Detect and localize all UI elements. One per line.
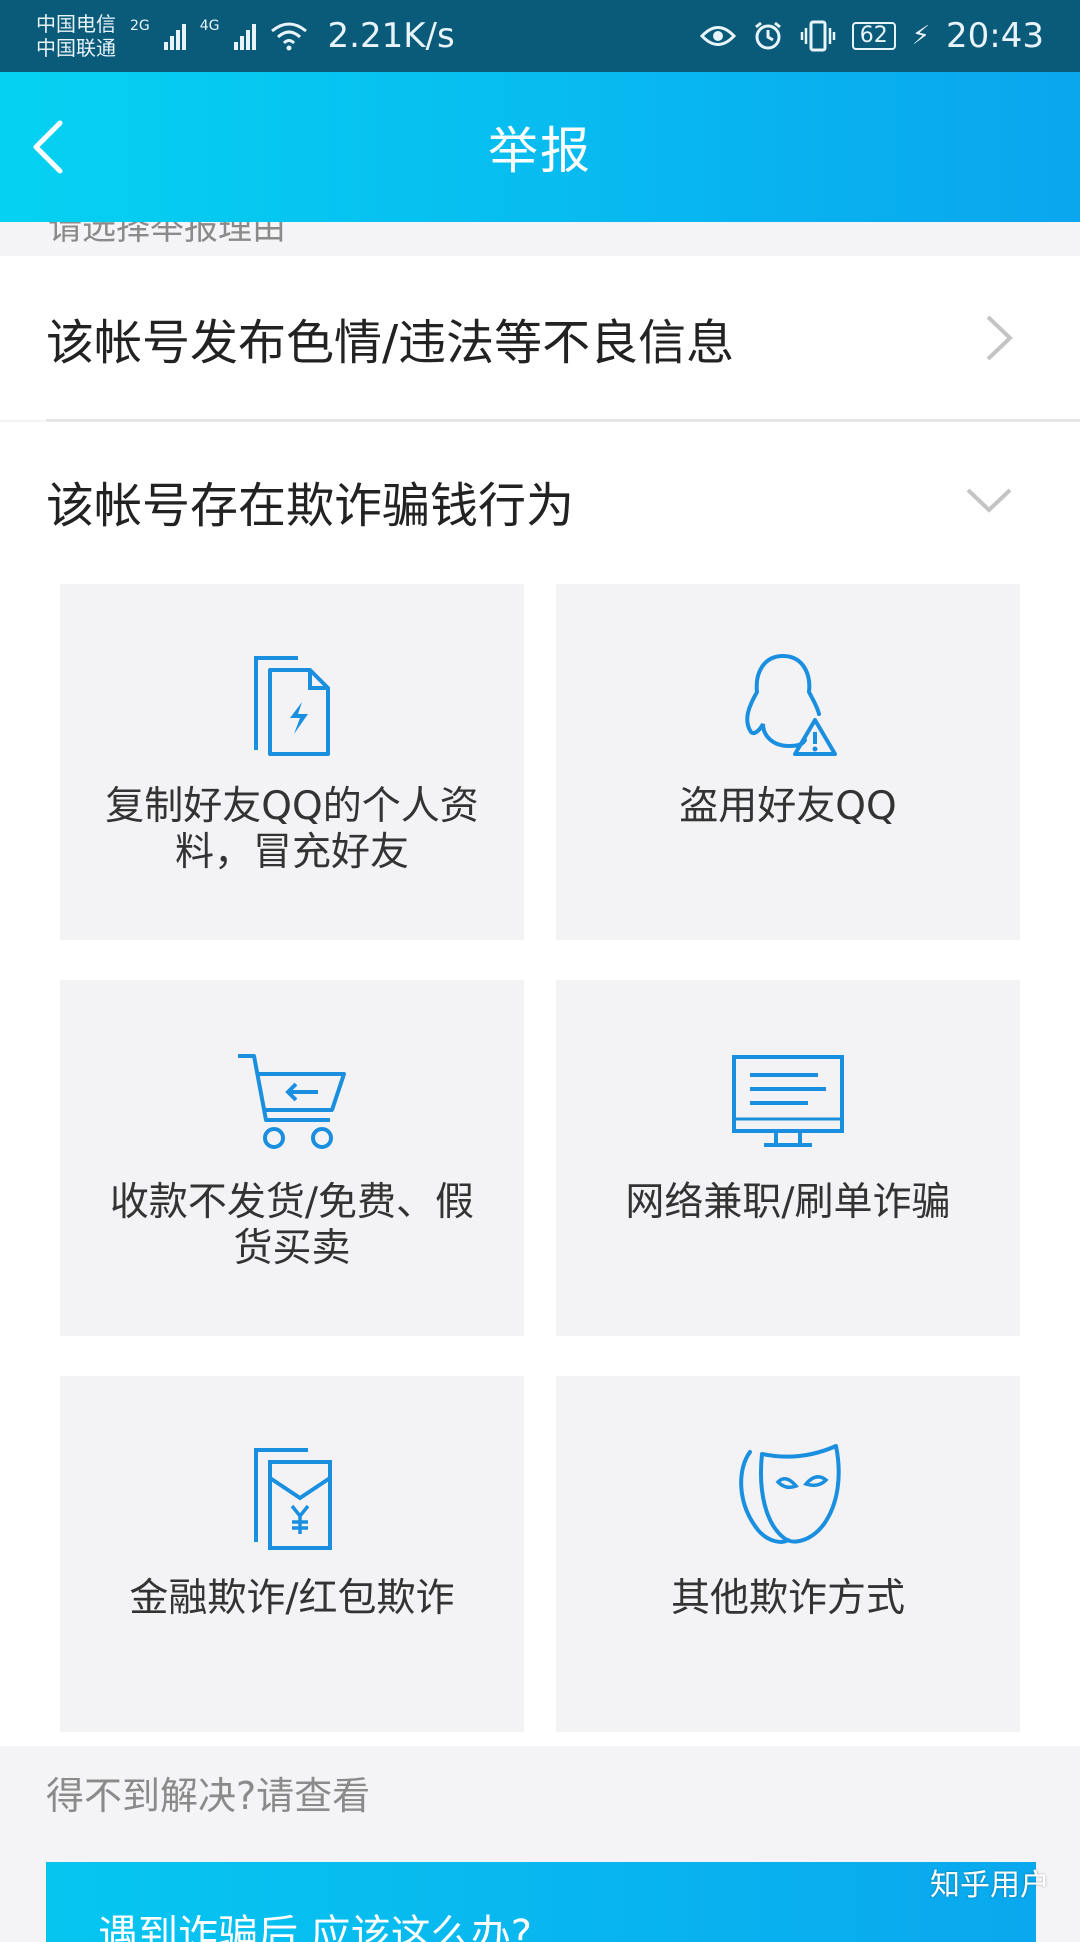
banner-text: 遇到诈骗后,应该这么办? [98,1912,532,1942]
network-type-1: 2G [130,18,150,34]
option-label: 复制好友QQ的个人资料，冒充好友 [105,784,479,875]
chevron-down-icon [966,488,1012,513]
fraud-option-other[interactable]: 其他欺诈方式 [556,1376,1020,1732]
section-label-container: 请选择举报理由 [0,222,1080,256]
network-type-2: 4G [199,18,220,34]
watermark: 知乎用户 [930,1868,1050,1903]
chevron-right-icon [986,315,1013,361]
status-left: 中国电信 中国联通 2G 4G 2.21K/s [36,12,455,60]
fraud-option-stolen-account[interactable]: 盗用好友QQ [556,584,1020,940]
report-reason-illegal-content[interactable]: 该帐号发布色情/违法等不良信息 [0,256,1080,420]
fraud-option-part-time-scam[interactable]: 网络兼职/刷单诈骗 [556,980,1020,1336]
section-label: 请选择举报理由 [48,222,286,248]
eye-icon [699,26,736,46]
signal-icon-1 [163,22,186,50]
option-label: 其他欺诈方式 [670,1576,905,1621]
fraud-option-financial-fraud[interactable]: 金融欺诈/红包欺诈 [60,1376,524,1732]
charging-icon: ⚡ [911,21,931,51]
report-reason-fraud[interactable]: 该帐号存在欺诈骗钱行为 [0,422,1080,580]
help-text[interactable]: 得不到解决?请查看 [46,1765,370,1820]
battery-level: 62 [851,22,896,50]
clock: 20:43 [946,16,1044,56]
monitor-icon [732,1055,844,1147]
shopping-cart-icon [238,1054,346,1149]
option-label: 盗用好友QQ [679,784,897,829]
copy-profile-icon [254,656,330,756]
fraud-options-panel: 复制好友QQ的个人资料，冒充好友 盗用好友QQ 收款不发货/免费、假货买卖 网络… [0,580,1080,1746]
page-title: 举报 [488,122,592,180]
signal-icon-2 [233,22,256,50]
carrier-labels: 中国电信 中国联通 [36,12,116,60]
network-speed: 2.21K/s [327,16,455,56]
vibrate-icon [800,20,835,52]
status-bar: 中国电信 中国联通 2G 4G 2.21K/s 62 ⚡ 20:43 [0,0,1080,72]
row-label: 该帐号发布色情/违法等不良信息 [46,315,735,371]
row-label: 该帐号存在欺诈骗钱行为 [46,478,575,534]
option-label: 收款不发货/免费、假货买卖 [109,1180,475,1271]
back-arrow-icon[interactable] [28,117,68,177]
red-envelope-icon [254,1448,332,1550]
mask-icon [739,1444,841,1544]
penguin-warning-icon [745,654,837,756]
carrier-2: 中国联通 [36,36,116,60]
status-right: 62 ⚡ 20:43 [699,16,1044,56]
fraud-guide-banner[interactable]: 遇到诈骗后,应该这么办? [46,1862,1036,1942]
fraud-option-impersonate[interactable]: 复制好友QQ的个人资料，冒充好友 [60,584,524,940]
fraud-option-shopping-fraud[interactable]: 收款不发货/免费、假货买卖 [60,980,524,1336]
carrier-1: 中国电信 [36,12,116,36]
option-label: 金融欺诈/红包欺诈 [129,1576,455,1621]
alarm-icon [754,21,781,50]
title-bar: 举报 [0,72,1080,222]
wifi-icon [270,22,307,51]
option-label: 网络兼职/刷单诈骗 [625,1180,951,1225]
